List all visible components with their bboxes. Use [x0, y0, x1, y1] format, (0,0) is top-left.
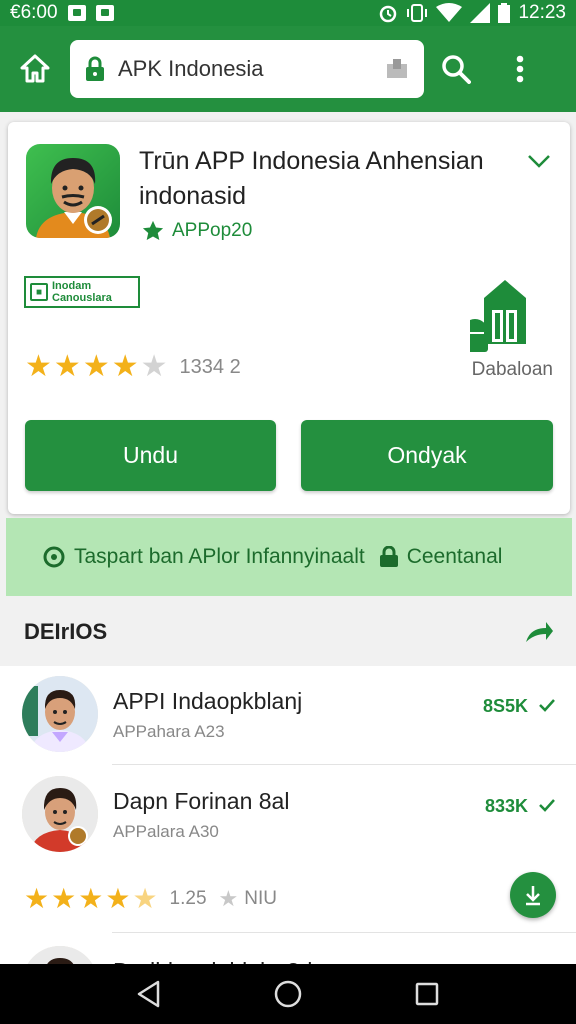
download-fab[interactable]	[510, 872, 556, 918]
lock-icon	[379, 546, 398, 567]
home-button[interactable]	[0, 26, 70, 112]
lock-icon	[86, 56, 104, 81]
avatar	[22, 946, 98, 966]
app-rating: ★ ★ ★ ★ ★ 1334 2	[25, 352, 241, 382]
star-icon: ★	[25, 350, 52, 383]
android-icon	[462, 280, 526, 352]
star-icon: ★	[51, 883, 77, 914]
system-nav-bar	[0, 964, 576, 1024]
divider	[112, 932, 576, 933]
search-icon	[442, 55, 471, 84]
developer-logo-line1: Inodam	[52, 280, 92, 292]
developer-logo[interactable]: ■ Inodam Canouslara	[24, 276, 140, 308]
app-icon	[26, 144, 120, 238]
reader-mode-icon[interactable]	[384, 56, 410, 82]
back-icon[interactable]	[136, 980, 162, 1008]
list-item-size: 833K	[484, 796, 528, 816]
star-icon: ★	[111, 350, 139, 383]
arrow-forward-icon[interactable]	[524, 620, 554, 644]
developer-logo-line2: Canouslara	[52, 292, 112, 304]
secondary-button[interactable]: Ondyak	[301, 420, 553, 491]
star-icon: ★	[140, 350, 168, 383]
list-item-subtitle: APPalara A30	[113, 822, 219, 841]
section-header: DEIrIOS	[0, 598, 576, 666]
avatar	[22, 676, 98, 752]
section-title: DEIrIOS	[24, 619, 108, 644]
recents-icon[interactable]	[414, 981, 440, 1007]
list-item-size: 8S5K	[482, 696, 528, 716]
wifi-icon	[436, 3, 463, 22]
star-icon: ★	[53, 350, 81, 383]
list-item[interactable]: Dadidam lahiohr 8d	[0, 936, 576, 966]
menu-button[interactable]	[488, 26, 552, 112]
expand-icon[interactable]	[526, 148, 552, 174]
check-icon	[539, 699, 555, 712]
url-text: APK Indonesia	[118, 56, 264, 81]
more-vert-icon	[516, 55, 524, 83]
platform-label: Dabaloan	[471, 359, 553, 380]
star-icon: ★	[78, 883, 104, 914]
app-card: Trūn APP Indonesia Anhensian indonasid A…	[8, 122, 570, 514]
signal-icon	[470, 3, 491, 23]
star-icon: ★	[24, 883, 50, 914]
list-rating: ★ ★ ★ ★ ★ 1.25 ★ NIU	[24, 884, 277, 914]
app-tag: APPop20	[142, 220, 252, 242]
browser-toolbar: APK Indonesia	[0, 26, 576, 112]
star-icon: ★	[105, 883, 131, 914]
info-icon	[43, 546, 65, 568]
list-rating-value: 1.25	[169, 888, 207, 909]
banner-text: Taspart ban APlor Infannyinaalt	[74, 545, 365, 568]
banner-secondary: Ceentanal	[406, 545, 503, 568]
battery-icon	[498, 3, 511, 23]
star-icon: ★	[82, 350, 110, 383]
star-outline-icon: ★	[218, 886, 239, 911]
list-rating-value2: NIU	[244, 888, 277, 909]
notification-icon	[67, 5, 86, 21]
list-item[interactable]: Dapn Forinan 8al APPalara A30 833K	[0, 766, 576, 862]
star-badge-icon	[142, 220, 164, 240]
rating-count: 1334 2	[179, 355, 241, 378]
url-bar[interactable]: APK Indonesia	[70, 40, 424, 98]
status-time-left: €6:00	[10, 2, 58, 23]
info-banner[interactable]: Taspart ban APlor Infannyinaalt Ceentana…	[6, 518, 572, 596]
avatar	[22, 776, 98, 852]
alarm-icon	[380, 5, 397, 23]
home-nav-icon[interactable]	[273, 979, 303, 1009]
list-item-subtitle: APPahara A23	[113, 722, 225, 741]
download-button[interactable]: Undu	[25, 420, 276, 491]
status-time-right: 12:23	[518, 2, 566, 23]
list-item[interactable]: APPI Indaopkblanj APPahara A23 8S5K	[0, 666, 576, 762]
check-icon	[539, 799, 555, 812]
app-tag-label: APPop20	[172, 220, 253, 241]
app-title: Trūn APP Indonesia Anhensian indonasid	[139, 147, 484, 210]
message-icon	[95, 5, 114, 21]
home-icon	[20, 54, 50, 83]
star-half-icon: ★	[132, 883, 158, 914]
list-item-name: APPI Indaopkblanj	[113, 688, 303, 714]
download-icon	[526, 886, 540, 906]
status-bar: €6:00 12:23	[0, 0, 576, 26]
app-list: APPI Indaopkblanj APPahara A23 8S5K Dapn…	[0, 666, 576, 966]
divider	[112, 764, 576, 765]
search-button[interactable]	[424, 26, 488, 112]
vibrate-icon	[407, 4, 428, 22]
list-item-name: Dapn Forinan 8al	[113, 788, 290, 814]
developer-logo-icon: ■	[30, 283, 48, 301]
